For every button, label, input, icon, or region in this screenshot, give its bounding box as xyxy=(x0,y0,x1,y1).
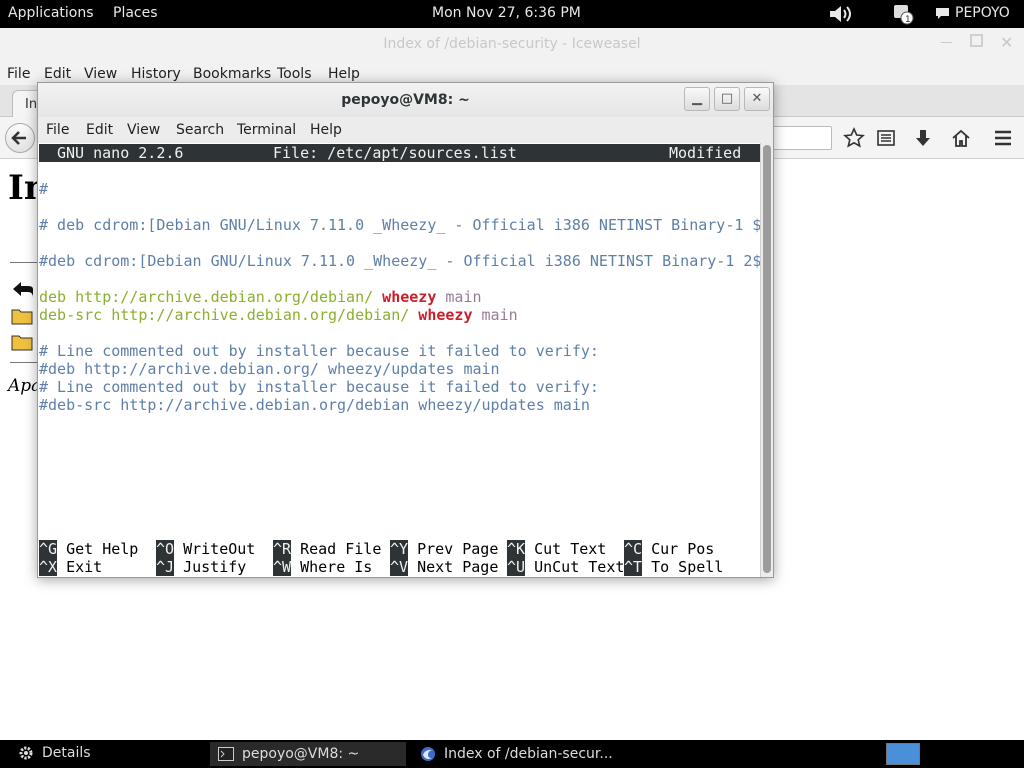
terminal-title: pepoyo@VM8: ~ xyxy=(341,92,470,108)
folder-icon[interactable] xyxy=(11,307,33,325)
terminal-scrollbar[interactable] xyxy=(760,143,773,577)
terminal-menubar: File Edit View Search Terminal Help xyxy=(38,117,773,143)
file-line: #deb cdrom:[Debian GNU/Linux 7.11.0 _Whe… xyxy=(39,252,762,270)
nano-filename: File: /etc/apt/sources.list xyxy=(273,144,517,162)
details-button[interactable]: Details xyxy=(18,745,91,761)
shortcut-where-is[interactable]: ^W Where Is xyxy=(273,558,372,576)
task-terminal-label: pepoyo@VM8: ~ xyxy=(242,746,360,762)
menu-history[interactable]: History xyxy=(131,66,181,82)
file-line: #deb http://archive.debian.org/ wheezy/u… xyxy=(39,360,500,378)
source-component: main xyxy=(445,288,482,306)
term-menu-view[interactable]: View xyxy=(127,122,160,138)
divider xyxy=(10,262,40,263)
notification-icon[interactable]: 1 xyxy=(892,3,914,25)
download-icon[interactable] xyxy=(912,127,934,149)
minimize-button[interactable]: — xyxy=(940,35,953,50)
user-name: PEPOYO xyxy=(955,5,1010,21)
source-type: deb xyxy=(39,288,67,306)
shortcut-cur-pos[interactable]: ^C Cur Pos xyxy=(624,540,714,558)
bookmarks-list-icon[interactable] xyxy=(875,127,897,149)
svg-text:1: 1 xyxy=(905,15,911,25)
file-line: deb http://archive.debian.org/debian/ wh… xyxy=(39,288,482,306)
details-label: Details xyxy=(42,745,91,761)
source-suite: wheezy xyxy=(382,288,437,306)
bookmark-star-icon[interactable] xyxy=(843,127,865,149)
menu-help[interactable]: Help xyxy=(328,66,360,82)
workspace-switcher[interactable] xyxy=(886,743,920,765)
source-component: main xyxy=(481,306,518,324)
file-line: deb-src http://archive.debian.org/debian… xyxy=(39,306,518,324)
file-line: # deb cdrom:[Debian GNU/Linux 7.11.0 _Wh… xyxy=(39,216,762,234)
shortcut-to-spell[interactable]: ^T To Spell xyxy=(624,558,723,576)
source-url: http://archive.debian.org/debian/ xyxy=(75,288,374,306)
home-icon[interactable] xyxy=(950,127,972,149)
term-menu-file[interactable]: File xyxy=(46,122,69,138)
shortcut-cut-text[interactable]: ^K Cut Text xyxy=(507,540,606,558)
minimize-button[interactable]: ▁ xyxy=(684,87,710,111)
shortcut-read-file[interactable]: ^R Read File xyxy=(273,540,381,558)
divider xyxy=(10,362,40,363)
browser-title: Index of /debian-security - Iceweasel xyxy=(383,36,641,52)
maximize-button[interactable]: □ xyxy=(714,87,740,111)
iceweasel-icon xyxy=(421,747,435,761)
applications-menu[interactable]: Applications xyxy=(8,5,94,21)
file-line: # Line commented out by installer becaus… xyxy=(39,342,599,360)
close-button[interactable]: ✕ xyxy=(1000,33,1013,52)
user-menu[interactable]: PEPOYO xyxy=(935,5,1010,21)
shortcut-justify[interactable]: ^J Justify xyxy=(156,558,246,576)
scrollbar-thumb[interactable] xyxy=(763,145,771,573)
top-panel: Applications Places Mon Nov 27, 6:36 PM … xyxy=(0,0,1024,28)
term-menu-edit[interactable]: Edit xyxy=(86,122,113,138)
shortcut-prev-page[interactable]: ^Y Prev Page xyxy=(390,540,498,558)
task-browser[interactable]: Index of /debian-secur... xyxy=(412,742,692,766)
clock[interactable]: Mon Nov 27, 6:36 PM xyxy=(432,5,581,21)
back-arrow-icon xyxy=(11,131,26,145)
gear-icon xyxy=(19,746,33,760)
maximize-button[interactable] xyxy=(970,34,983,47)
terminal-titlebar[interactable]: pepoyo@VM8: ~ ▁ □ ✕ xyxy=(38,83,773,117)
term-menu-search[interactable]: Search xyxy=(176,122,224,138)
volume-icon[interactable] xyxy=(828,3,854,25)
folder-icon[interactable] xyxy=(11,333,33,351)
nano-version: GNU nano 2.2.6 xyxy=(57,144,184,162)
shortcut-get-help[interactable]: ^G Get Help xyxy=(39,540,138,558)
shortcut-exit[interactable]: ^X Exit xyxy=(39,558,102,576)
source-suite: wheezy xyxy=(418,306,473,324)
search-input[interactable] xyxy=(772,126,832,150)
back-button[interactable] xyxy=(5,123,35,153)
terminal-icon xyxy=(218,747,234,761)
source-url: http://archive.debian.org/debian/ xyxy=(111,306,410,324)
nano-status: Modified xyxy=(669,144,742,162)
shortcut-writeout[interactable]: ^O WriteOut xyxy=(156,540,255,558)
file-line: #deb-src http://archive.debian.org/debia… xyxy=(39,396,590,414)
hamburger-menu-icon[interactable] xyxy=(992,127,1014,149)
taskbar: Details pepoyo@VM8: ~ Index of /debian-s… xyxy=(0,740,1024,768)
browser-titlebar[interactable]: Index of /debian-security - Iceweasel — … xyxy=(0,28,1024,61)
menu-view[interactable]: View xyxy=(84,66,117,82)
terminal-window: pepoyo@VM8: ~ ▁ □ ✕ File Edit View Searc… xyxy=(37,82,774,578)
nano-header: GNU nano 2.2.6 File: /etc/apt/sources.li… xyxy=(39,144,760,162)
file-line: # Line commented out by installer becaus… xyxy=(39,378,599,396)
source-type: deb-src xyxy=(39,306,103,324)
task-terminal[interactable]: pepoyo@VM8: ~ xyxy=(210,742,406,766)
term-menu-help[interactable]: Help xyxy=(310,122,342,138)
shortcut-uncut-text[interactable]: ^U UnCut Text xyxy=(507,558,624,576)
term-menu-terminal[interactable]: Terminal xyxy=(237,122,296,138)
file-line: # xyxy=(39,180,49,198)
menu-bookmarks[interactable]: Bookmarks xyxy=(193,66,271,82)
parent-directory-icon[interactable] xyxy=(11,280,35,300)
close-button[interactable]: ✕ xyxy=(744,87,770,111)
menu-edit[interactable]: Edit xyxy=(44,66,71,82)
nano-editor[interactable]: GNU nano 2.2.6 File: /etc/apt/sources.li… xyxy=(38,143,762,577)
shortcut-next-page[interactable]: ^V Next Page xyxy=(390,558,498,576)
menu-tools[interactable]: Tools xyxy=(277,66,312,82)
task-browser-label: Index of /debian-secur... xyxy=(444,746,613,762)
places-menu[interactable]: Places xyxy=(113,5,158,21)
chat-icon xyxy=(936,8,949,19)
menu-file[interactable]: File xyxy=(7,66,30,82)
